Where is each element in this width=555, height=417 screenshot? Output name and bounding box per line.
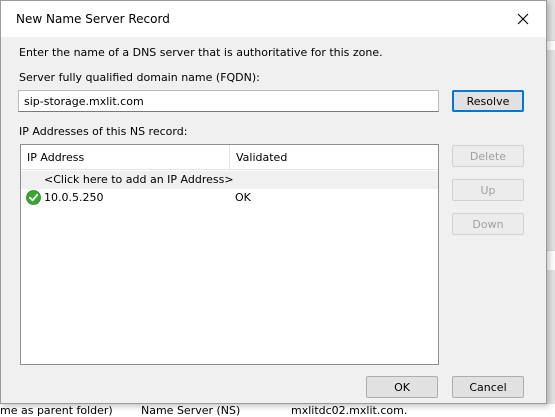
ip-list-header: IP Address Validated (21, 145, 438, 170)
validated-value: OK (235, 191, 251, 204)
add-ip-address-row[interactable]: <Click here to add an IP Address> (21, 171, 438, 189)
new-name-server-record-dialog: New Name Server Record Enter the name of… (0, 0, 547, 404)
parent-strip-lower (547, 250, 555, 270)
validated-check-icon (26, 190, 41, 205)
parent-strip (547, 40, 555, 50)
dialog-title: New Name Server Record (16, 12, 170, 26)
instruction-text: Enter the name of a DNS server that is a… (19, 46, 383, 59)
fqdn-label: Server fully qualified domain name (FQDN… (19, 71, 260, 84)
cancel-button-label: Cancel (469, 380, 507, 394)
ok-button[interactable]: OK (366, 376, 438, 398)
close-button[interactable] (500, 1, 546, 37)
column-header-validated[interactable]: Validated (229, 145, 438, 170)
cancel-button[interactable]: Cancel (452, 376, 524, 398)
fqdn-input[interactable] (18, 90, 439, 112)
up-button[interactable]: Up (452, 179, 524, 201)
parent-row-col2: Name Server (NS) (141, 404, 241, 417)
dialog-titlebar[interactable]: New Name Server Record (1, 1, 546, 37)
down-button[interactable]: Down (452, 213, 524, 235)
resolve-button-label: Resolve (466, 94, 510, 108)
parent-list-row[interactable]: me as parent folder) Name Server (NS) mx… (0, 404, 555, 417)
parent-window-edge (547, 0, 555, 417)
parent-row-col3: mxlitdc02.mxlit.com. (291, 404, 408, 417)
close-icon (517, 13, 529, 25)
up-button-label: Up (480, 183, 496, 197)
add-ip-address-text: <Click here to add an IP Address> (44, 173, 234, 186)
ip-address-value: 10.0.5.250 (44, 191, 104, 204)
delete-button-label: Delete (469, 149, 507, 163)
ok-button-label: OK (394, 380, 410, 394)
ip-address-list[interactable]: IP Address Validated <Click here to add … (20, 144, 439, 365)
delete-button[interactable]: Delete (452, 145, 524, 167)
down-button-label: Down (472, 217, 504, 231)
ip-list-label: IP Addresses of this NS record: (19, 125, 188, 138)
resolve-button[interactable]: Resolve (452, 90, 524, 112)
parent-row-col1: me as parent folder) (0, 404, 113, 417)
ip-address-row[interactable]: 10.0.5.250 OK (21, 189, 438, 207)
column-header-ip-address[interactable]: IP Address (21, 145, 229, 170)
